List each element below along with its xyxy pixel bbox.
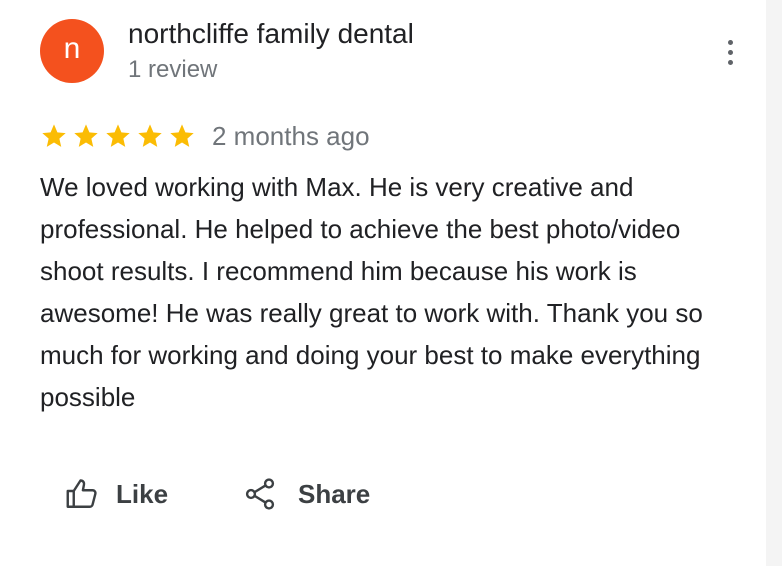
- more-vert-icon-dot-2: [728, 50, 733, 55]
- more-vert-icon-dot-1: [728, 40, 733, 45]
- more-options-button[interactable]: [716, 38, 746, 68]
- review-card: n northcliffe family dental 1 review 2 m…: [0, 0, 766, 566]
- page-edge: [766, 0, 782, 566]
- avatar-initial: n: [63, 32, 81, 65]
- star-icon: [74, 124, 98, 147]
- thumb-up-icon: [66, 479, 97, 508]
- like-button[interactable]: Like: [64, 472, 168, 516]
- like-label: Like: [116, 478, 169, 509]
- review-count: 1 review: [128, 56, 218, 83]
- star-icon: [138, 124, 162, 147]
- star-icon: [42, 124, 66, 147]
- avatar[interactable]: n: [40, 19, 104, 83]
- more-vert-icon-dot-3: [728, 60, 733, 65]
- review-date: 2 months ago: [212, 120, 370, 151]
- share-button[interactable]: Share: [242, 472, 370, 516]
- reviewer-name[interactable]: northcliffe family dental: [128, 18, 414, 50]
- share-icon: [245, 478, 275, 510]
- share-label: Share: [298, 478, 371, 509]
- star-rating: 2 months ago: [40, 118, 370, 154]
- star-icon: [170, 124, 194, 147]
- star-icon: [106, 124, 130, 147]
- review-text: We loved working with Max. He is very cr…: [40, 172, 703, 412]
